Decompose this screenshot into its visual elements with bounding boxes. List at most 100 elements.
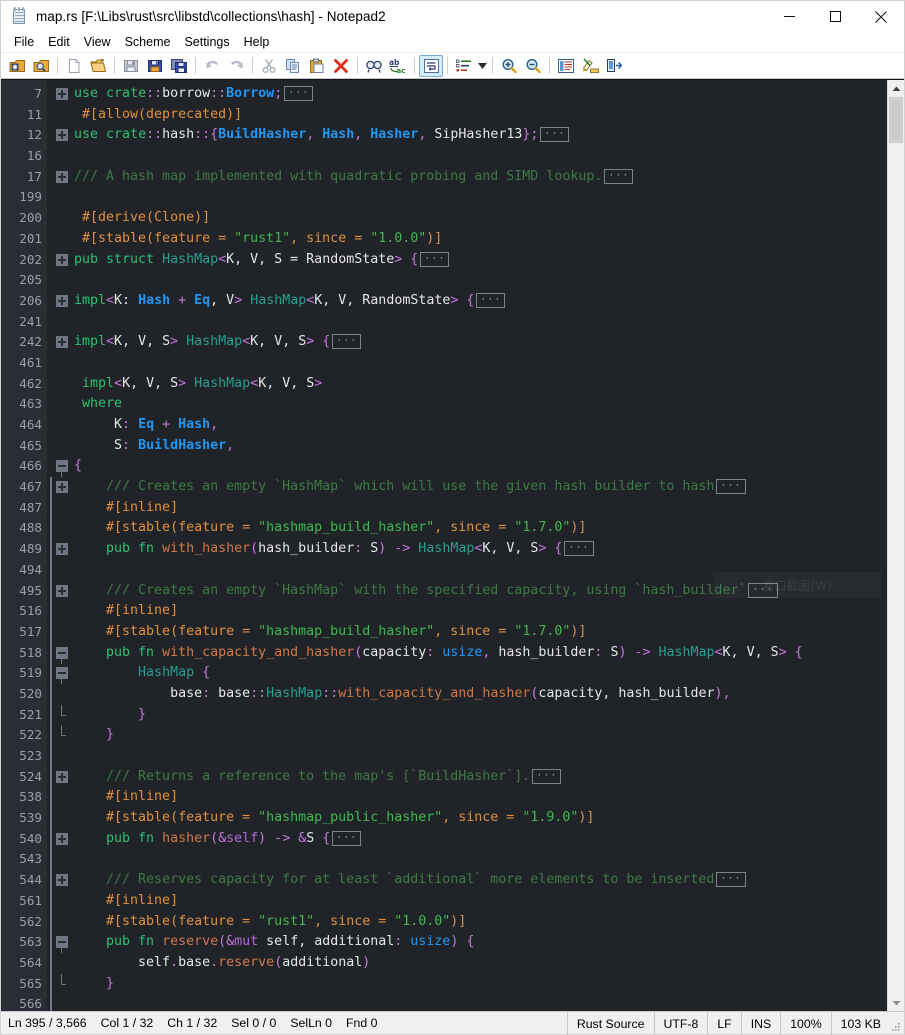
menu-file[interactable]: File bbox=[7, 33, 41, 51]
folded-block-icon[interactable]: ··· bbox=[332, 334, 362, 350]
code-line[interactable]: { bbox=[74, 456, 887, 477]
zoom-level[interactable]: 100% bbox=[780, 1012, 830, 1035]
code-line[interactable]: /// A hash map implemented with quadrati… bbox=[74, 167, 887, 188]
fold-row[interactable] bbox=[55, 704, 70, 726]
resize-grip-icon[interactable] bbox=[890, 1012, 904, 1035]
word-wrap-icon[interactable] bbox=[419, 54, 443, 77]
fold-collapse-icon[interactable] bbox=[56, 460, 68, 473]
minimize-icon[interactable] bbox=[766, 1, 812, 32]
code-line[interactable]: /// Creates an empty `HashMap` with the … bbox=[74, 581, 887, 602]
save-as-icon[interactable] bbox=[143, 55, 167, 77]
fold-expand-icon[interactable] bbox=[56, 129, 68, 142]
folded-block-icon[interactable]: ··· bbox=[604, 168, 634, 184]
fold-row[interactable] bbox=[55, 84, 70, 105]
fold-collapse-icon[interactable] bbox=[56, 646, 68, 659]
menu-settings[interactable]: Settings bbox=[177, 33, 236, 51]
fold-expand-icon[interactable] bbox=[56, 832, 68, 845]
fold-collapse-icon[interactable] bbox=[56, 667, 68, 680]
code-line[interactable]: #[allow(deprecated)] bbox=[74, 105, 887, 126]
fold-row[interactable] bbox=[55, 870, 70, 891]
fold-expand-icon[interactable] bbox=[56, 770, 68, 783]
folded-block-icon[interactable]: ··· bbox=[564, 541, 594, 557]
code-line[interactable]: /// Returns a reference to the map's [`B… bbox=[74, 767, 887, 788]
fold-row[interactable] bbox=[55, 167, 70, 188]
copy-icon[interactable] bbox=[281, 55, 305, 77]
code-line[interactable]: pub fn with_hasher(hash_builder: S) -> H… bbox=[74, 539, 887, 560]
folded-block-icon[interactable]: ··· bbox=[532, 768, 562, 784]
fold-row[interactable] bbox=[55, 581, 70, 602]
insert-mode[interactable]: INS bbox=[740, 1012, 781, 1035]
code-line[interactable]: S: BuildHasher, bbox=[74, 436, 887, 457]
folded-block-icon[interactable]: ··· bbox=[716, 479, 746, 495]
fold-row[interactable] bbox=[55, 477, 70, 498]
scrollbar-track[interactable] bbox=[888, 97, 904, 994]
scheme-edit-icon[interactable] bbox=[578, 55, 602, 77]
folded-block-icon[interactable]: ··· bbox=[716, 872, 746, 888]
scroll-up-arrow-icon[interactable] bbox=[888, 80, 904, 97]
zoom-out-icon[interactable] bbox=[521, 55, 545, 77]
menu-scheme[interactable]: Scheme bbox=[118, 33, 178, 51]
menu-edit[interactable]: Edit bbox=[41, 33, 77, 51]
code-line[interactable]: #[inline] bbox=[74, 787, 887, 808]
code-line[interactable]: pub fn reserve(&mut self, additional: us… bbox=[74, 932, 887, 953]
code-line[interactable]: pub fn hasher(&self) -> &S {··· bbox=[74, 829, 887, 850]
replace-icon[interactable]: ab ac bbox=[386, 55, 410, 77]
code-line[interactable]: self.base.reserve(additional) bbox=[74, 953, 887, 974]
zoom-in-icon[interactable] bbox=[497, 55, 521, 77]
code-line[interactable]: impl<K, V, S> HashMap<K, V, S> {··· bbox=[74, 332, 887, 353]
fold-collapse-icon[interactable] bbox=[56, 936, 68, 949]
folded-block-icon[interactable]: ··· bbox=[748, 582, 778, 598]
undo-icon[interactable] bbox=[200, 55, 224, 77]
vertical-scrollbar[interactable] bbox=[887, 80, 904, 1011]
folded-block-icon[interactable]: ··· bbox=[332, 830, 362, 846]
code-line[interactable]: #[stable(feature = "hashmap_public_hashe… bbox=[74, 808, 887, 829]
fold-row[interactable] bbox=[55, 332, 70, 353]
editor-area[interactable]: 7 11 12 16 17 199 200 201 202 205 206 241 242 461 462 4… bbox=[1, 79, 904, 1011]
code-line[interactable]: HashMap { bbox=[74, 663, 887, 684]
code-line[interactable]: #[inline] bbox=[74, 891, 887, 912]
redo-icon[interactable] bbox=[224, 55, 248, 77]
menu-view[interactable]: View bbox=[77, 33, 118, 51]
code-line[interactable]: K: Eq + Hash, bbox=[74, 415, 887, 436]
find-icon[interactable] bbox=[362, 55, 386, 77]
code-line[interactable]: #[stable(feature = "rust1", since = "1.0… bbox=[74, 229, 887, 250]
new-window-icon[interactable] bbox=[5, 55, 29, 77]
delete-icon[interactable] bbox=[329, 55, 353, 77]
open-browse-icon[interactable] bbox=[29, 55, 53, 77]
close-icon[interactable] bbox=[858, 1, 904, 32]
fold-expand-icon[interactable] bbox=[56, 170, 68, 183]
code-line[interactable]: impl<K: Hash + Eq, V> HashMap<K, V, Rand… bbox=[74, 291, 887, 312]
code-line[interactable]: /// Reserves capacity for at least `addi… bbox=[74, 870, 887, 891]
save-copy-icon[interactable] bbox=[167, 55, 191, 77]
line-endings[interactable]: LF bbox=[707, 1012, 740, 1035]
code-surface[interactable]: 7 11 12 16 17 199 200 201 202 205 206 241 242 461 462 4… bbox=[1, 80, 887, 1011]
code-line[interactable]: } bbox=[74, 705, 887, 726]
code-line[interactable] bbox=[74, 187, 887, 208]
fold-row[interactable] bbox=[55, 829, 70, 850]
maximize-icon[interactable] bbox=[812, 1, 858, 32]
scrollbar-thumb[interactable] bbox=[889, 97, 903, 143]
code-line[interactable]: } bbox=[74, 725, 887, 746]
scroll-down-arrow-icon[interactable] bbox=[888, 994, 904, 1011]
fold-row[interactable] bbox=[55, 643, 70, 664]
fold-expand-icon[interactable] bbox=[56, 253, 68, 266]
code-line[interactable]: #[inline] bbox=[74, 601, 887, 622]
fold-row[interactable] bbox=[55, 932, 70, 954]
fold-expand-icon[interactable] bbox=[56, 294, 68, 307]
fold-row[interactable] bbox=[55, 725, 70, 746]
code-line[interactable]: pub fn with_capacity_and_hasher(capacity… bbox=[74, 643, 887, 664]
fold-row[interactable] bbox=[55, 250, 70, 271]
code-line[interactable] bbox=[74, 146, 887, 167]
code-line[interactable] bbox=[74, 994, 887, 1011]
folded-block-icon[interactable]: ··· bbox=[476, 292, 506, 308]
new-file-icon[interactable] bbox=[62, 55, 86, 77]
code-line[interactable]: /// Creates an empty `HashMap` which wil… bbox=[74, 477, 887, 498]
exit-icon[interactable] bbox=[602, 55, 626, 77]
code-line[interactable]: #[inline] bbox=[74, 498, 887, 519]
fold-row[interactable] bbox=[55, 456, 70, 478]
code-line[interactable]: #[stable(feature = "rust1", since = "1.0… bbox=[74, 912, 887, 933]
encoding[interactable]: UTF-8 bbox=[653, 1012, 708, 1035]
folded-block-icon[interactable]: ··· bbox=[540, 127, 570, 143]
scheme-icon[interactable] bbox=[554, 55, 578, 77]
code-line[interactable]: use crate::hash::{BuildHasher, Hash, Has… bbox=[74, 125, 887, 146]
